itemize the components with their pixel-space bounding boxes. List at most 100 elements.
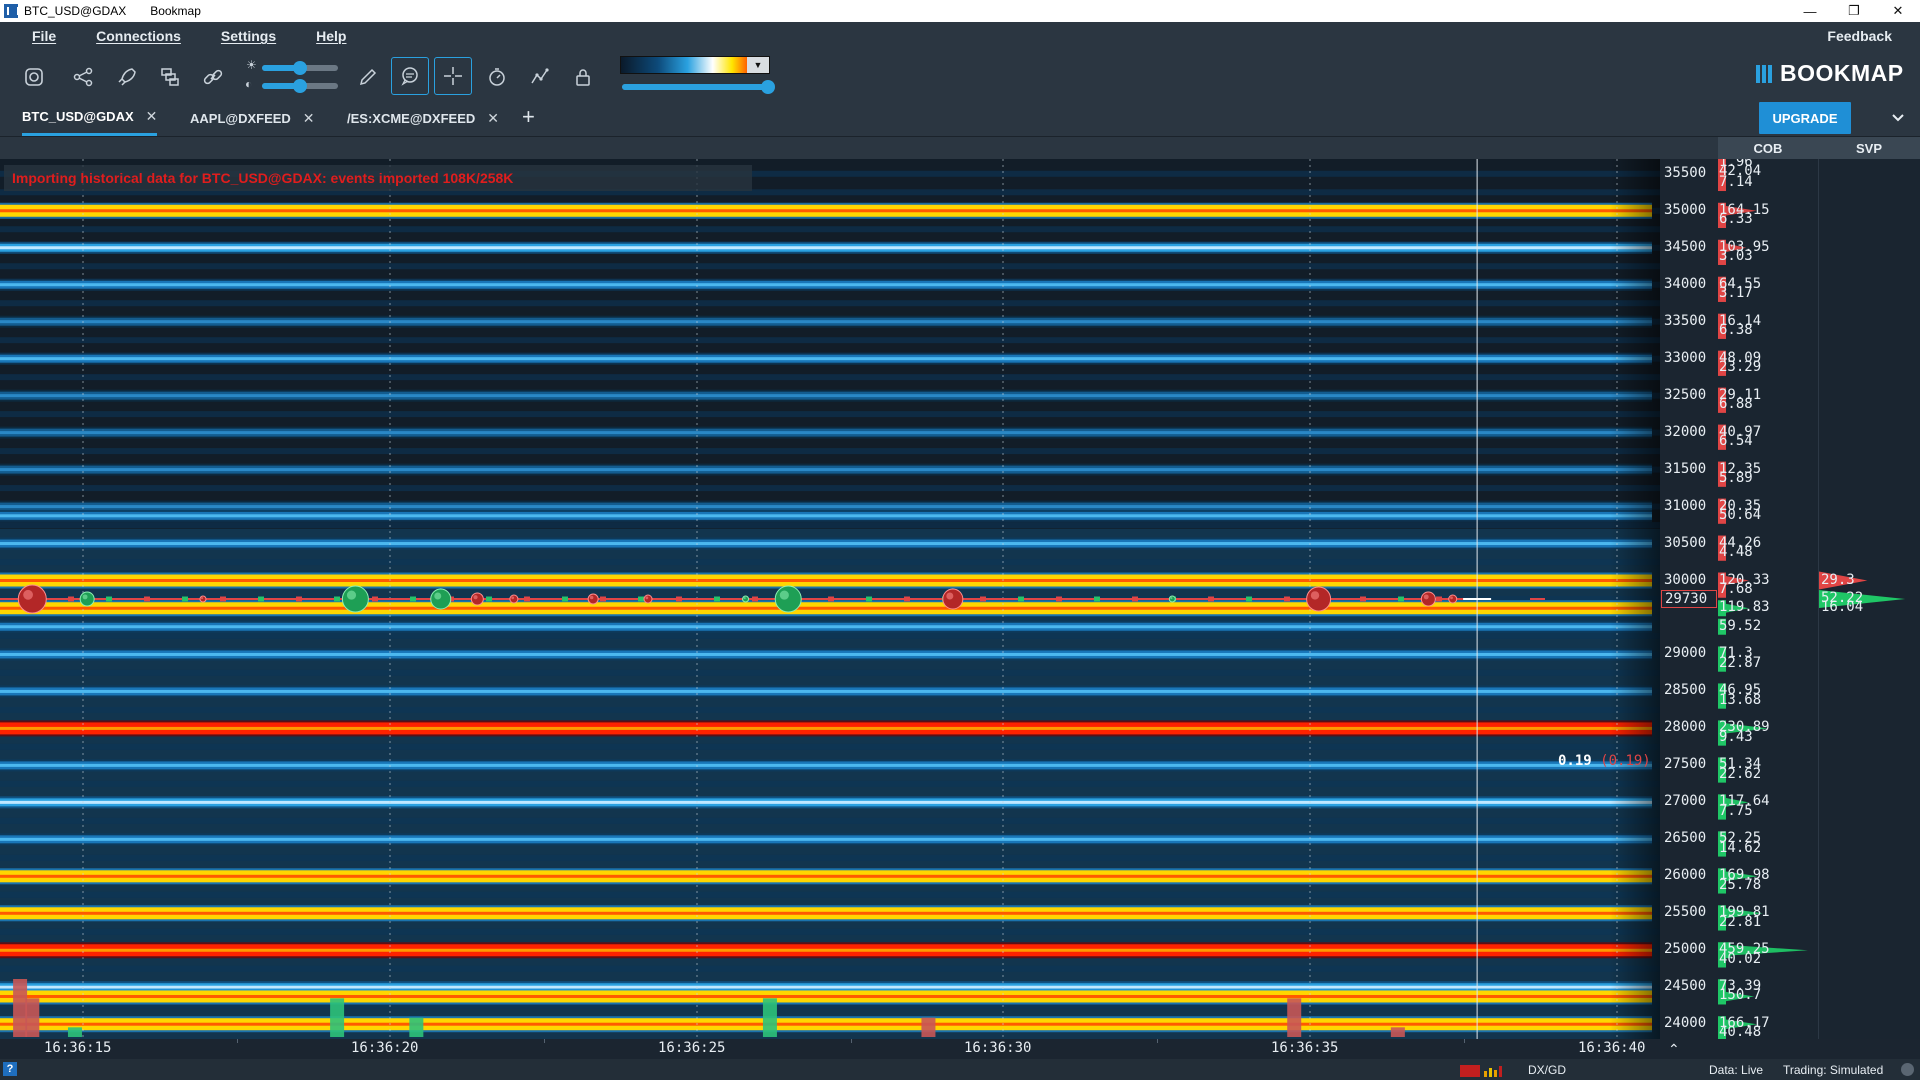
sell-trade-bubble <box>587 593 599 605</box>
heatmap-chart[interactable]: Importing historical data for BTC_USD@GD… <box>0 159 1660 1039</box>
cob-value: 22.81 <box>1719 913 1762 930</box>
tab-aapl-dxfeed[interactable]: AAPL@DXFEED ✕ <box>190 100 315 136</box>
close-tab-icon[interactable]: ✕ <box>303 110 315 127</box>
axis-corner: ⌃ <box>1660 1039 1920 1059</box>
close-icon[interactable]: ✕ <box>1876 0 1920 22</box>
help-icon[interactable]: ? <box>3 1062 17 1076</box>
current-price-marker: 29730 <box>1661 590 1717 608</box>
price-axis-label: 31500 <box>1664 460 1707 477</box>
price-axis-label: 34500 <box>1664 238 1707 255</box>
lock-icon[interactable] <box>568 62 598 92</box>
layers-icon[interactable] <box>155 62 185 92</box>
trade-tick <box>68 596 74 602</box>
cob-value: 23.29 <box>1719 358 1762 375</box>
sell-volume-bar <box>25 998 40 1037</box>
contrast-slider[interactable] <box>262 79 338 93</box>
trade-bubble-highlight <box>346 590 357 600</box>
tab-label: /ES:XCME@DXFEED <box>347 110 476 126</box>
cob-value: 25.78 <box>1719 876 1762 893</box>
price-axis-label: 24000 <box>1664 1015 1707 1032</box>
chevron-down-icon[interactable] <box>1887 106 1909 128</box>
chevron-up-icon[interactable]: ⌃ <box>1668 1041 1680 1058</box>
price-axis[interactable]: 35500 35000 34500 34000 33500 33000 32500 32000… <box>1660 159 1718 1039</box>
cob-value: 6.88 <box>1719 395 1753 412</box>
time-axis[interactable]: 16:36:15 16:36:20 16:36:25 16:36:30 16:36:35… <box>0 1039 1660 1059</box>
trade-bubble-highlight <box>434 592 442 600</box>
price-axis-label: 30000 <box>1664 571 1707 588</box>
buy-volume-bar <box>762 998 777 1037</box>
colormap-threshold-slider[interactable] <box>622 80 775 94</box>
menu-help[interactable]: Help <box>316 28 346 44</box>
tab-es-xcme-dxfeed[interactable]: /ES:XCME@DXFEED ✕ <box>347 100 499 136</box>
trade-bubble-highlight <box>473 595 478 600</box>
contrast-slider-knob[interactable] <box>293 79 307 93</box>
sell-trade-bubble <box>470 592 484 606</box>
chevron-down-icon[interactable]: ▼ <box>747 57 769 73</box>
upgrade-button[interactable]: UPGRADE <box>1759 102 1851 134</box>
crosshair-value: 0.19 <box>1558 753 1592 769</box>
menu-connections[interactable]: Connections <box>96 28 181 44</box>
heatmap-canvas[interactable] <box>0 159 1660 1039</box>
price-axis-label: 25500 <box>1664 904 1707 921</box>
crosshair-icon[interactable] <box>434 57 472 95</box>
feedback-link[interactable]: Feedback <box>1827 28 1892 44</box>
buy-trade-bubble <box>1168 595 1176 603</box>
link-icon[interactable] <box>198 62 228 92</box>
colormap-selector[interactable]: ▼ <box>620 56 770 74</box>
price-axis-label: 24500 <box>1664 978 1707 995</box>
add-tab-button[interactable]: + <box>522 104 535 130</box>
trade-bubble-highlight <box>1423 594 1429 600</box>
brightness-slider[interactable] <box>262 61 338 75</box>
snapshot-icon[interactable] <box>19 62 49 92</box>
crosshair-value-label: 0.19 (0.19) <box>1558 753 1651 769</box>
timer-icon[interactable] <box>482 62 512 92</box>
trade-bubble-highlight <box>779 590 789 600</box>
trade-bubble-highlight <box>645 596 649 600</box>
trade-tick <box>1132 596 1138 602</box>
trade-tick <box>372 596 378 602</box>
trade-tick <box>1360 596 1366 602</box>
window-controls: — ❐ ✕ <box>1788 0 1920 22</box>
trade-tick <box>334 596 340 602</box>
cob-value: 150.7 <box>1719 987 1762 1004</box>
svp-value: 16.04 <box>1821 599 1864 616</box>
trade-bubble-highlight <box>589 595 594 600</box>
sell-volume-bar <box>13 979 28 1037</box>
menu-settings[interactable]: Settings <box>221 28 276 44</box>
trade-tick <box>1246 596 1252 602</box>
cob-header: COB <box>1718 137 1818 159</box>
restore-icon[interactable]: ❐ <box>1832 0 1876 22</box>
chat-icon[interactable] <box>391 57 429 95</box>
close-tab-icon[interactable]: ✕ <box>146 108 158 125</box>
trade-tick <box>600 596 606 602</box>
price-axis-label: 29000 <box>1664 645 1707 662</box>
app-name: Bookmap <box>150 4 201 18</box>
menu-bar: File Connections Settings Help Feedback <box>0 22 1920 50</box>
time-axis-tick <box>1157 1039 1158 1043</box>
bookmap-logo: BOOKMAP <box>1756 60 1904 87</box>
colormap-threshold-knob[interactable] <box>761 80 775 94</box>
chart-line-icon[interactable] <box>525 62 555 92</box>
menu-file[interactable]: File <box>32 28 56 44</box>
trade-tick <box>752 596 758 602</box>
share-icon[interactable] <box>68 62 98 92</box>
sell-trade-bubble <box>509 594 519 604</box>
tab-btc-usd-gdax[interactable]: BTC_USD@GDAX ✕ <box>22 100 158 136</box>
minimize-icon[interactable]: — <box>1788 0 1832 22</box>
chart-header-strip <box>0 137 1718 159</box>
window-title: BTC_USD@GDAX <box>24 4 127 18</box>
trade-tick <box>866 596 872 602</box>
price-axis-label: 33000 <box>1664 349 1707 366</box>
time-axis-tick <box>851 1039 852 1043</box>
svp-value: 29.3 <box>1821 571 1855 588</box>
trade-tick <box>1398 596 1404 602</box>
sell-trade-bubble <box>1448 594 1458 604</box>
cob-panel: 1.96 42.04 7.14 164.15 6.33 103.95 3.03 64.55 3.… <box>1718 159 1818 1039</box>
buy-trade-bubble <box>742 595 750 603</box>
pencil-icon[interactable] <box>353 62 383 92</box>
brightness-slider-knob[interactable] <box>293 61 307 75</box>
close-tab-icon[interactable]: ✕ <box>487 110 499 127</box>
trade-tick <box>1018 596 1024 602</box>
rocket-icon[interactable] <box>112 62 142 92</box>
time-axis-label: 16:36:30 <box>964 1040 1032 1056</box>
